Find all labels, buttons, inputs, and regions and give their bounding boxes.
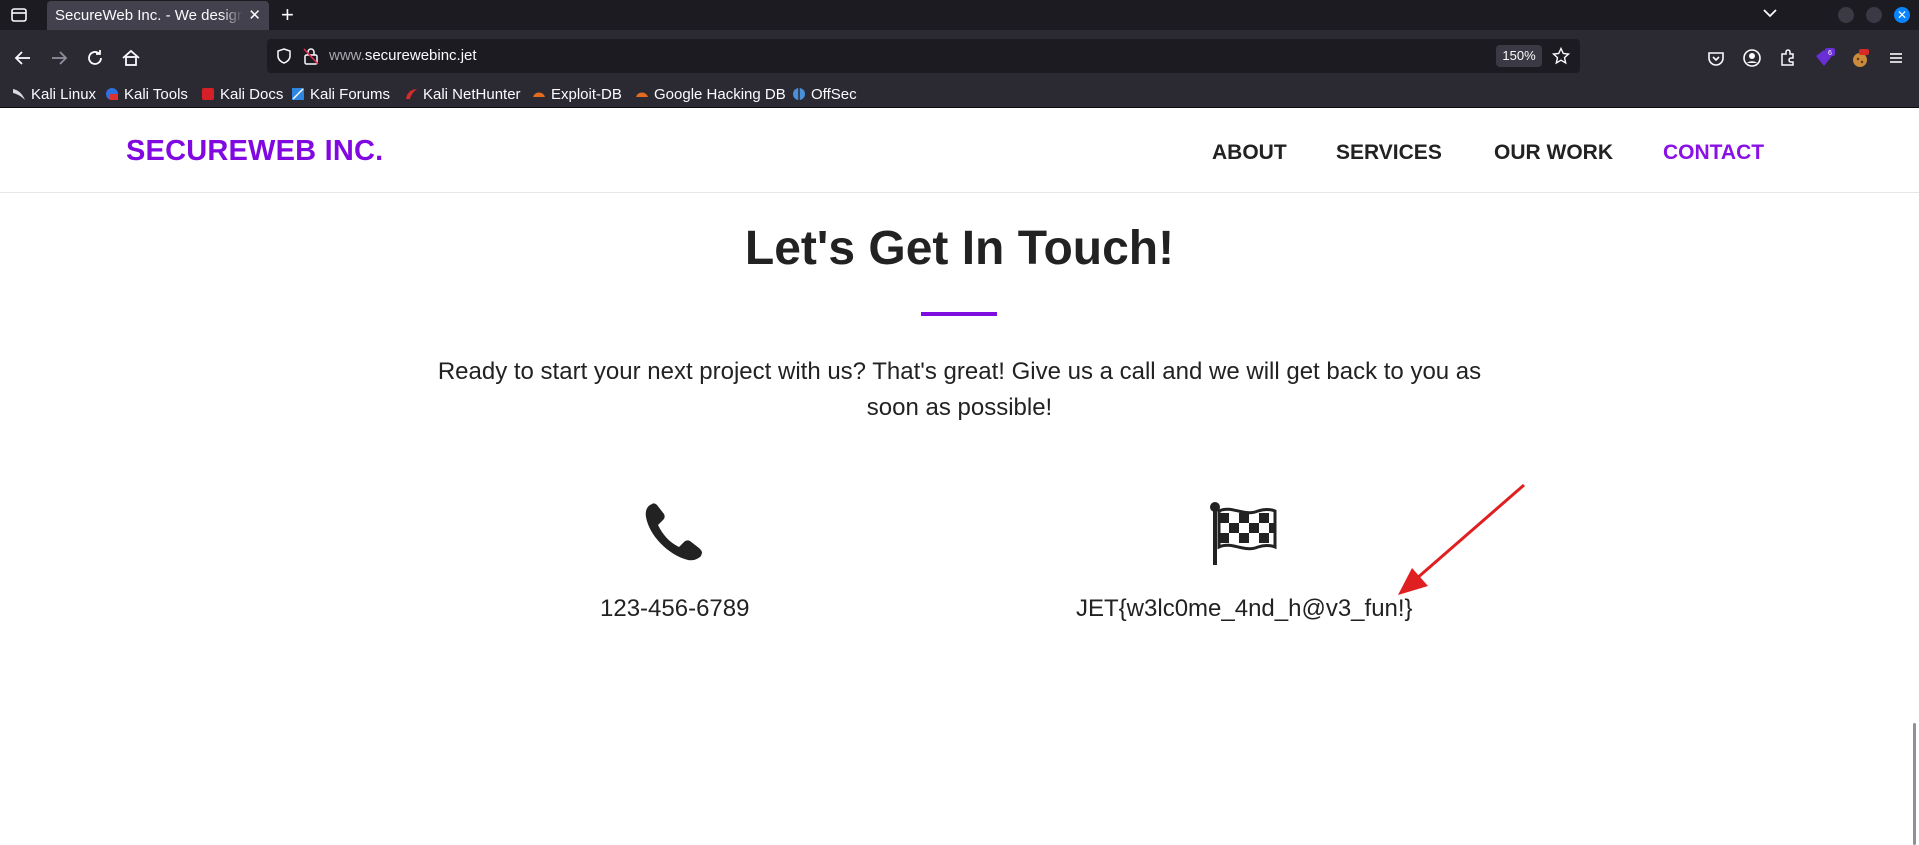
section-lead: Ready to start your next project with us… — [437, 358, 1482, 421]
window-close-button[interactable]: ✕ — [1894, 7, 1910, 23]
page-scrollbar[interactable] — [1913, 723, 1916, 845]
url-text[interactable]: www.securewebinc.jet — [329, 39, 477, 73]
chevron-down-icon[interactable] — [1762, 5, 1778, 21]
web-page: SECUREWEB INC. ABOUT SERVICES OUR WORK C… — [0, 109, 1919, 845]
foxyproxy-extension-icon[interactable]: 6 — [1813, 47, 1835, 69]
pocket-icon[interactable] — [1705, 47, 1727, 69]
phone-icon — [645, 503, 702, 561]
ghdb-icon — [635, 87, 649, 101]
tab-list-icon[interactable] — [10, 6, 28, 24]
flag-text: JET{w3lc0me_4nd_h@v3_fun!} — [1076, 595, 1413, 622]
site-brand[interactable]: SECUREWEB INC. — [126, 135, 383, 168]
kali-docs-icon — [201, 87, 215, 101]
extensions-puzzle-icon[interactable] — [1777, 47, 1799, 69]
new-tab-button[interactable]: + — [281, 2, 294, 28]
nethunter-icon — [404, 87, 418, 101]
checkered-flag-icon — [1210, 502, 1277, 565]
site-header: SECUREWEB INC. ABOUT SERVICES OUR WORK C… — [0, 109, 1919, 193]
minimize-button[interactable] — [1838, 7, 1854, 23]
account-icon[interactable] — [1741, 47, 1763, 69]
bookmark-kali-forums[interactable]: Kali Forums — [291, 85, 390, 108]
kali-forums-icon — [291, 87, 305, 101]
home-icon[interactable] — [120, 47, 142, 69]
annotation-arrow — [1398, 483, 1525, 595]
bookmark-kali-nethunter[interactable]: Kali NetHunter — [404, 85, 521, 108]
nav-about[interactable]: ABOUT — [1212, 141, 1287, 165]
section-heading: Let's Get In Touch! — [744, 222, 1175, 275]
forward-arrow-icon[interactable] — [48, 47, 70, 69]
bookmark-offsec[interactable]: OffSec — [792, 85, 857, 108]
lock-insecure-icon[interactable] — [303, 47, 319, 65]
back-arrow-icon[interactable] — [12, 47, 34, 69]
offsec-icon — [792, 87, 806, 101]
tab-title: SecureWeb Inc. - We design — [55, 7, 243, 24]
bookmark-google-hacking-db[interactable]: Google Hacking DB — [635, 85, 786, 108]
extension-badge: 6 — [1828, 50, 1832, 57]
bookmark-kali-linux[interactable]: Kali Linux — [12, 85, 96, 108]
tab-bar: SecureWeb Inc. - We design ✕ + ✕ — [0, 0, 1919, 30]
nav-our-work[interactable]: OUR WORK — [1494, 141, 1613, 165]
bookmark-star-icon[interactable] — [1552, 47, 1570, 65]
shield-icon[interactable] — [275, 47, 293, 65]
cookie-extension-icon[interactable] — [1849, 47, 1871, 69]
nav-contact[interactable]: CONTACT — [1663, 141, 1764, 165]
zoom-level-button[interactable]: 150% — [1496, 45, 1542, 67]
bookmark-kali-tools[interactable]: Kali Tools — [105, 85, 188, 108]
nav-services[interactable]: SERVICES — [1336, 141, 1442, 165]
url-bar[interactable]: www.securewebinc.jet 150% — [267, 39, 1580, 73]
bookmarks-toolbar: Kali Linux Kali Tools Kali Docs Kali For… — [0, 85, 1919, 108]
bookmark-exploit-db[interactable]: Exploit-DB — [532, 85, 622, 108]
kali-tools-icon — [105, 87, 119, 101]
active-tab[interactable]: SecureWeb Inc. - We design ✕ — [47, 1, 269, 30]
phone-number: 123-456-6789 — [600, 595, 750, 622]
kali-dragon-icon — [12, 87, 26, 101]
exploit-db-icon — [532, 87, 546, 101]
url-prefix: www. — [329, 47, 365, 64]
hamburger-menu-icon[interactable] — [1885, 47, 1907, 69]
tab-close-button[interactable]: ✕ — [248, 1, 261, 30]
maximize-button[interactable] — [1866, 7, 1882, 23]
reload-icon[interactable] — [84, 47, 106, 69]
heading-divider — [921, 312, 997, 316]
bookmark-kali-docs[interactable]: Kali Docs — [201, 85, 283, 108]
url-domain: securewebinc.jet — [364, 47, 477, 64]
navigation-toolbar: www.securewebinc.jet 150% 6 — [0, 30, 1919, 85]
